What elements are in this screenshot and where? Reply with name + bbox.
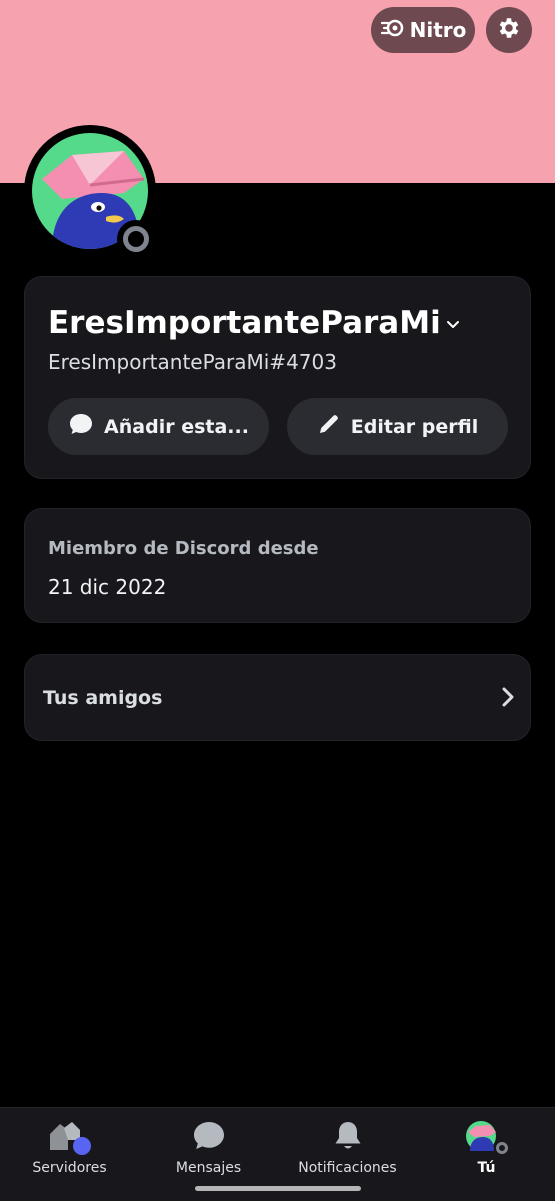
add-status-button[interactable]: Añadir esta... xyxy=(48,398,269,455)
servers-icon xyxy=(46,1120,94,1160)
friends-row[interactable]: Tus amigos xyxy=(24,654,531,741)
display-name-switcher[interactable]: EresImportanteParaMi xyxy=(48,305,461,341)
chevron-right-icon xyxy=(500,685,516,713)
member-since-card: Miembro de Discord desde 21 dic 2022 xyxy=(24,508,531,623)
nav-label-messages: Mensajes xyxy=(175,1160,242,1176)
gear-icon xyxy=(496,15,522,45)
add-status-label: Añadir esta... xyxy=(104,415,249,438)
chevron-down-icon xyxy=(445,305,461,341)
profile-card: EresImportanteParaMi EresImportanteParaM… xyxy=(24,276,531,479)
nitro-icon xyxy=(380,18,404,43)
home-indicator[interactable] xyxy=(195,1186,361,1191)
nav-item-servers[interactable]: Servidores xyxy=(0,1108,139,1201)
friends-label: Tus amigos xyxy=(43,687,163,709)
nitro-button[interactable]: Nitro xyxy=(371,7,475,53)
avatar xyxy=(464,1120,510,1162)
nitro-label: Nitro xyxy=(409,18,467,42)
pencil-icon xyxy=(317,412,341,441)
display-name: EresImportanteParaMi xyxy=(48,305,441,341)
chat-bubble-icon xyxy=(68,412,94,441)
edit-profile-label: Editar perfil xyxy=(350,415,479,438)
settings-button[interactable] xyxy=(486,7,532,53)
username: EresImportanteParaMi#4703 xyxy=(48,350,337,374)
nav-label-notifications: Notificaciones xyxy=(298,1160,397,1176)
status-offline-indicator xyxy=(117,220,155,258)
member-since-label: Miembro de Discord desde xyxy=(48,538,319,559)
messages-icon xyxy=(192,1120,226,1156)
nav-label-servers: Servidores xyxy=(32,1160,107,1176)
member-since-date: 21 dic 2022 xyxy=(48,575,167,599)
edit-profile-button[interactable]: Editar perfil xyxy=(287,398,508,455)
nav-label-you: Tú xyxy=(477,1160,496,1176)
bell-icon xyxy=(333,1120,363,1156)
nav-item-you[interactable]: Tú xyxy=(417,1108,555,1201)
